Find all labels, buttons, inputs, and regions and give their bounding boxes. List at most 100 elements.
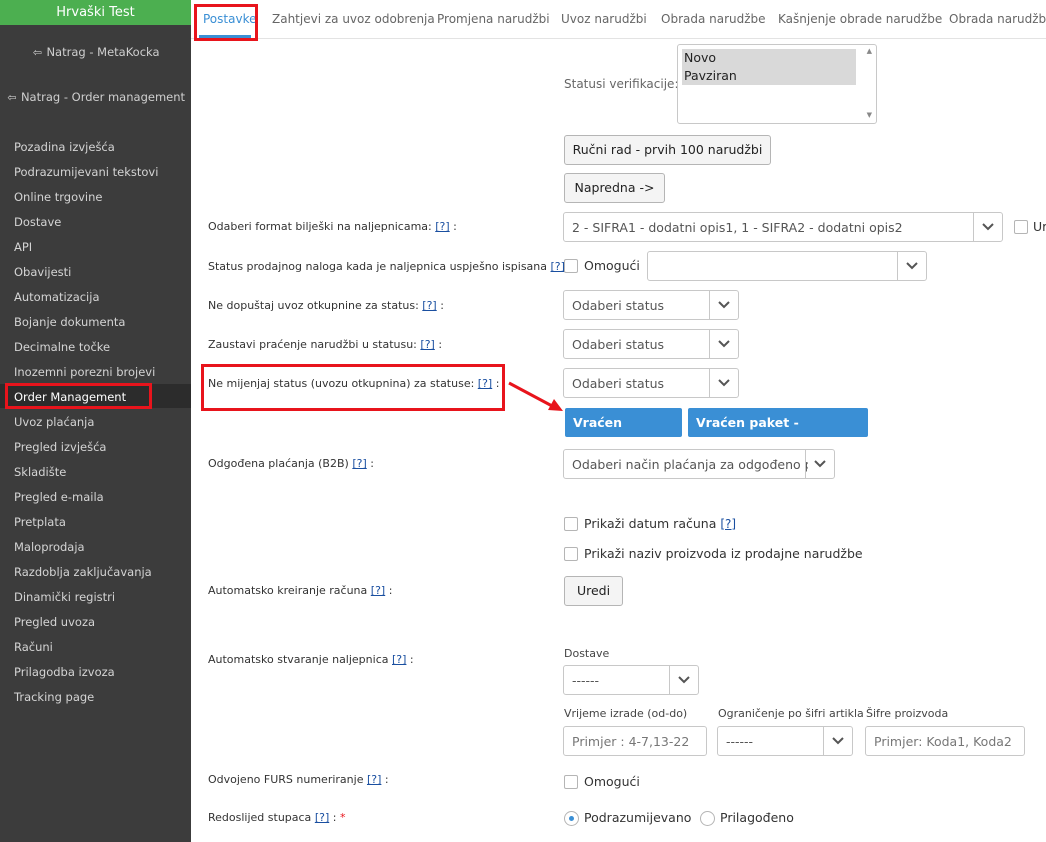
sidebar-item[interactable]: Maloprodaja	[14, 539, 85, 555]
show-product-name-label: Prikaži naziv proizvoda iz prodajne naru…	[584, 546, 863, 561]
help-link[interactable]: [?]	[371, 584, 385, 597]
tab-order-import[interactable]: Uvoz narudžbi	[561, 12, 647, 26]
tab-processing-delay[interactable]: Kašnjenje obrade narudžbe	[778, 12, 942, 26]
furs-enable-checkbox[interactable]	[564, 775, 578, 789]
help-link[interactable]: [?]	[352, 457, 366, 470]
creation-time-label: Vrijeme izrade (od-do)	[564, 707, 688, 720]
tab-orders-processing[interactable]: Obrada narudžbi -	[949, 12, 1046, 26]
sidebar-item[interactable]: Pregled uvoza	[14, 614, 95, 630]
deliveries-label: Dostave	[564, 647, 610, 660]
help-link[interactable]: [?]	[420, 338, 434, 351]
help-link[interactable]: [?]	[551, 260, 565, 273]
status-tag: Vraćen paket - zamjena✕	[688, 408, 868, 460]
label-colon: :	[440, 299, 444, 312]
select-value: Odaberi način plaćanja za odgođeno pl	[572, 457, 808, 472]
help-link[interactable]: [?]	[392, 653, 406, 666]
back-link-label: Natrag - Order management	[20, 90, 186, 104]
no-change-status-select[interactable]: Odaberi status	[563, 368, 739, 398]
stop-tracking-status-select[interactable]: Odaberi status	[563, 329, 739, 359]
label-format-checkbox-label: Ur	[1033, 219, 1046, 234]
sidebar-item[interactable]: Dinamički registri	[14, 589, 115, 605]
sales-status-enable-checkbox[interactable]	[564, 259, 578, 273]
label-colon: :	[438, 338, 443, 351]
tab-approval-requests[interactable]: Zahtjevi za uvoz odobrenja	[272, 12, 435, 26]
label-text: Automatsko stvaranje naljepnica	[208, 653, 389, 666]
label-format-label: Odaberi format bilješki na naljepnicama:…	[208, 220, 457, 233]
product-codes-input[interactable]: Primjer: Koda1, Koda2	[865, 726, 1025, 756]
sidebar-item[interactable]: Dostave	[14, 214, 61, 230]
required-marker: *	[339, 811, 346, 824]
sidebar-title: Hrvaški Test	[0, 0, 191, 25]
sidebar-item[interactable]: Uvoz plaćanja	[14, 414, 94, 430]
label-format-checkbox[interactable]	[1014, 220, 1028, 234]
sidebar-item[interactable]: Pregled e-maila	[14, 489, 104, 505]
listbox-option[interactable]: Pavziran	[682, 67, 856, 85]
tab-order-processing[interactable]: Obrada narudžbe	[661, 12, 766, 26]
manual-run-button[interactable]: Ručni rad - prvih 100 narudžbi	[564, 135, 771, 165]
radio-custom[interactable]	[700, 811, 715, 826]
back-link-order-management[interactable]: ⇦ Natrag - Order management	[0, 90, 191, 104]
sidebar-item[interactable]: Podrazumijevani tekstovi	[14, 164, 158, 180]
help-link[interactable]: [?]	[422, 299, 436, 312]
select-value: Odaberi status	[572, 376, 665, 391]
sidebar-item[interactable]: Tracking page	[14, 689, 94, 705]
sidebar-item[interactable]: Automatizacija	[14, 289, 100, 305]
deferred-payment-select[interactable]: Odaberi način plaćanja za odgođeno pl	[563, 449, 835, 479]
chevron-down-icon	[709, 330, 738, 358]
scroll-up-icon[interactable]: ▲	[867, 47, 872, 55]
item-code-limit-select[interactable]: ------	[717, 726, 853, 756]
creation-time-input[interactable]: Primjer : 4-7,13-22	[563, 726, 707, 756]
no-import-status-select[interactable]: Odaberi status	[563, 290, 739, 320]
advanced-button[interactable]: Napredna ->	[564, 173, 665, 203]
help-link[interactable]: [?]	[435, 220, 449, 233]
sidebar-item[interactable]: Pretplata	[14, 514, 66, 530]
label-text: Prikaži datum računa	[584, 516, 717, 531]
arrow-annotation-icon	[508, 381, 563, 411]
back-link-metakocka[interactable]: ⇦ Natrag - MetaKocka	[0, 45, 191, 59]
label-text: Ne dopuštaj uvoz otkupnine za status:	[208, 299, 419, 312]
furs-numbering-label: Odvojeno FURS numeriranje [?] :	[208, 773, 389, 786]
tab-order-change[interactable]: Promjena narudžbi	[437, 12, 550, 26]
radio-default[interactable]	[564, 811, 579, 826]
sales-status-select[interactable]	[647, 251, 927, 281]
select-value: ------	[726, 734, 754, 749]
show-product-name-checkbox[interactable]	[564, 547, 578, 561]
sidebar-item[interactable]: Online trgovine	[14, 189, 103, 205]
back-link-label: Natrag - MetaKocka	[46, 45, 160, 59]
label-text: Odgođena plaćanja (B2B)	[208, 457, 349, 470]
input-placeholder: Primjer: Koda1, Koda2	[874, 734, 1012, 749]
verification-statuses-listbox[interactable]: Novo Pavziran ▲ ▼	[677, 44, 877, 124]
help-link[interactable]: [?]	[367, 773, 381, 786]
label-format-select[interactable]: 2 - SIFRA1 - dodatni opis1, 1 - SIFRA2 -…	[563, 212, 1003, 242]
sidebar-item[interactable]: Inozemni porezni brojevi	[14, 364, 155, 380]
label-colon: :	[453, 220, 457, 233]
sales-status-enable-label: Omogući	[584, 258, 640, 273]
stop-tracking-label: Zaustavi praćenje narudžbi u statusu: [?…	[208, 338, 442, 351]
radio-custom-label: Prilagođeno	[720, 810, 794, 825]
label-text: Status prodajnog naloga kada je naljepni…	[208, 260, 548, 273]
sidebar-item[interactable]: Računi	[14, 639, 53, 655]
chevron-down-icon	[897, 252, 926, 280]
edit-button[interactable]: Uredi	[564, 576, 623, 606]
show-invoice-date-checkbox[interactable]	[564, 517, 578, 531]
listbox-option[interactable]: Novo	[682, 49, 856, 67]
sidebar-item[interactable]: Razdoblja zaključavanja	[14, 564, 152, 580]
deliveries-select[interactable]: ------	[563, 665, 699, 695]
help-link[interactable]: [?]	[720, 517, 736, 531]
sidebar-item[interactable]: Obavijesti	[14, 264, 71, 280]
sidebar-item[interactable]: Pozadina izvješća	[14, 139, 115, 155]
highlight-box-sidebar	[5, 383, 152, 409]
status-tag: Vraćen paket✕	[565, 408, 682, 460]
help-link[interactable]: [?]	[315, 811, 329, 824]
sidebar-item[interactable]: Bojanje dokumenta	[14, 314, 125, 330]
sidebar-item[interactable]: Skladište	[14, 464, 66, 480]
sidebar-item[interactable]: Decimalne točke	[14, 339, 110, 355]
sidebar-item[interactable]: Pregled izvješća	[14, 439, 106, 455]
input-placeholder: Primjer : 4-7,13-22	[572, 734, 690, 749]
chevron-down-icon	[805, 450, 834, 478]
sidebar-item[interactable]: API	[14, 239, 32, 255]
label-colon: :	[409, 653, 414, 666]
scroll-down-icon[interactable]: ▼	[867, 111, 872, 119]
sidebar-item[interactable]: Prilagodba izvoza	[14, 664, 115, 680]
highlight-box-label	[201, 364, 505, 411]
